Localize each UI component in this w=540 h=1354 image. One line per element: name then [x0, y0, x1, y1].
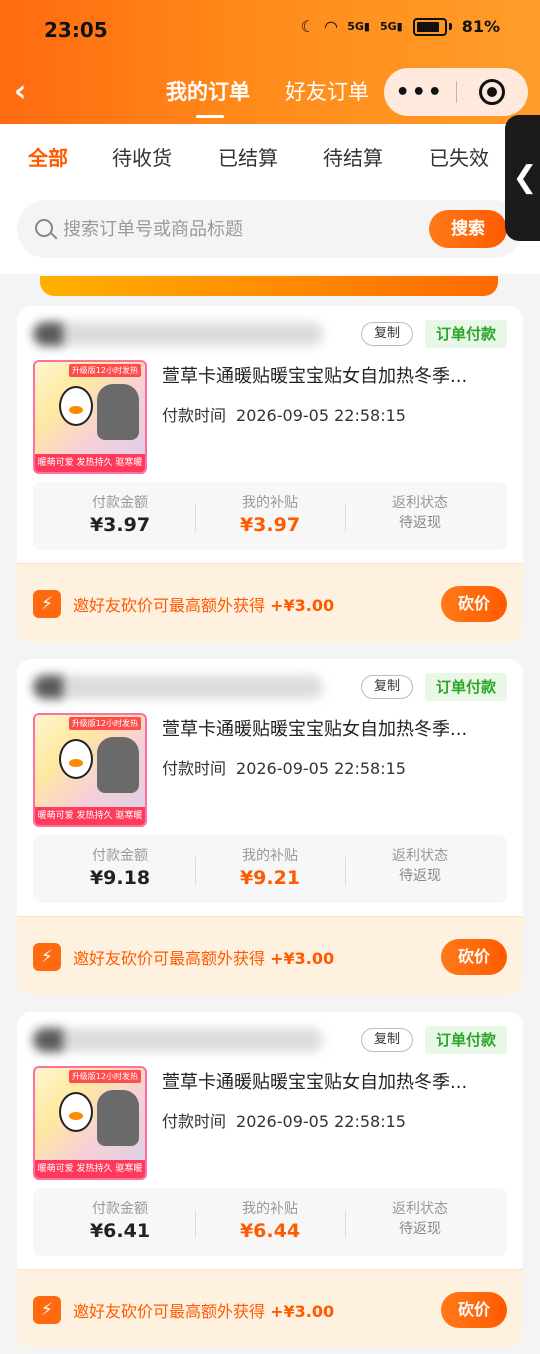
copy-button[interactable]: 复制 [361, 1028, 413, 1052]
shop-name-blurred [33, 675, 323, 699]
banner-peek [40, 276, 498, 296]
bargain-button[interactable]: 砍价 [441, 1292, 507, 1328]
filter-tab-all[interactable]: 全部 [28, 142, 68, 171]
search-input[interactable] [63, 215, 423, 243]
subsidy-amount: ¥6.44 [239, 1220, 301, 1242]
moon-icon: ☾ [300, 17, 315, 36]
product-thumbnail[interactable]: 升级版12小时发热 暖萌可爱 发热持久 驱寒暖身 [33, 1066, 147, 1180]
pay-time: 付款时间 2026-09-05 22:58:15 [162, 406, 406, 425]
battery-percent: 81% [461, 17, 500, 36]
order-stats: 付款金额 ¥3.97 我的补贴 ¥3.97 返利状态 待返现 [33, 482, 507, 550]
filter-panel: 全部 待收货 已结算 待结算 已失效 搜索 [0, 124, 540, 274]
copy-button[interactable]: 复制 [361, 675, 413, 699]
shop-name-blurred [33, 1028, 323, 1052]
clock: 23:05 [44, 18, 108, 42]
pay-amount: ¥9.18 [89, 867, 151, 889]
bargain-promo: ⚡ 邀好友砍价可最高额外获得 +¥3.00 砍价 [17, 916, 523, 995]
tab-friend-orders[interactable]: 好友订单 [285, 76, 369, 106]
lightning-icon: ⚡ [33, 943, 61, 971]
rebate-status: 待返现 [399, 515, 441, 531]
search-button[interactable]: 搜索 [429, 210, 507, 248]
order-status-badge: 订单付款 [425, 1026, 507, 1054]
order-status-badge: 订单付款 [425, 320, 507, 348]
bargain-promo: ⚡ 邀好友砍价可最高额外获得 +¥3.00 砍价 [17, 1269, 523, 1348]
status-icons: ☾ ◠ 5G▮ 5G▮ 81% [301, 17, 500, 36]
order-status-badge: 订单付款 [425, 673, 507, 701]
lightning-icon: ⚡ [33, 590, 61, 618]
back-icon[interactable]: ‹ [14, 74, 26, 109]
rebate-status: 待返现 [399, 1221, 441, 1237]
product-title[interactable]: 萱草卡通暖贴暖宝宝贴女自加热冬季... [162, 1068, 507, 1094]
wifi-icon: ◠ [324, 17, 338, 36]
more-icon[interactable]: ••• [384, 80, 456, 105]
order-card: 复制 订单付款 升级版12小时发热 暖萌可爱 发热持久 驱寒暖身 萱草卡通暖贴暖… [17, 659, 523, 995]
filter-tab-settled[interactable]: 已结算 [218, 142, 278, 171]
bargain-button[interactable]: 砍价 [441, 586, 507, 622]
signal-icon-2: 5G▮ [379, 20, 403, 33]
filter-tab-invalid[interactable]: 已失效 [429, 142, 489, 171]
signal-icon-1: 5G▮ [347, 20, 370, 33]
rebate-status: 待返现 [399, 868, 441, 884]
filter-tab-pending-settle[interactable]: 待结算 [323, 142, 383, 171]
header: 23:05 ☾ ◠ 5G▮ 5G▮ 81% ‹ 我的订单 好友订单 ••• [0, 0, 540, 124]
shop-name-blurred [33, 322, 323, 346]
search-icon [35, 219, 53, 237]
tab-my-orders[interactable]: 我的订单 [166, 76, 250, 118]
lightning-icon: ⚡ [33, 1296, 61, 1324]
battery-icon [412, 17, 447, 36]
order-card: 复制 订单付款 升级版12小时发热 暖萌可爱 发热持久 驱寒暖身 萱草卡通暖贴暖… [17, 306, 523, 642]
side-drawer-handle[interactable]: ❮ [505, 115, 540, 241]
bargain-button[interactable]: 砍价 [441, 939, 507, 975]
order-stats: 付款金额 ¥6.41 我的补贴 ¥6.44 返利状态 待返现 [33, 1188, 507, 1256]
product-title[interactable]: 萱草卡通暖贴暖宝宝贴女自加热冬季... [162, 715, 507, 741]
subsidy-amount: ¥3.97 [239, 514, 301, 536]
order-stats: 付款金额 ¥9.18 我的补贴 ¥9.21 返利状态 待返现 [33, 835, 507, 903]
subsidy-amount: ¥9.21 [239, 867, 301, 889]
nav-bar: ‹ 我的订单 好友订单 ••• [0, 62, 540, 124]
pay-amount: ¥6.41 [89, 1220, 151, 1242]
search-bar: 搜索 [17, 200, 523, 258]
filter-tab-to-receive[interactable]: 待收货 [112, 142, 172, 171]
close-target-button[interactable] [457, 79, 529, 105]
product-title[interactable]: 萱草卡通暖贴暖宝宝贴女自加热冬季... [162, 362, 507, 388]
product-thumbnail[interactable]: 升级版12小时发热 暖萌可爱 发热持久 驱寒暖身 [33, 360, 147, 474]
target-icon [479, 79, 506, 105]
pay-amount: ¥3.97 [89, 514, 151, 536]
copy-button[interactable]: 复制 [361, 322, 413, 346]
pay-time: 付款时间 2026-09-05 22:58:15 [162, 1112, 406, 1131]
product-thumbnail[interactable]: 升级版12小时发热 暖萌可爱 发热持久 驱寒暖身 [33, 713, 147, 827]
bargain-promo: ⚡ 邀好友砍价可最高额外获得 +¥3.00 砍价 [17, 563, 523, 642]
status-bar: 23:05 ☾ ◠ 5G▮ 5G▮ 81% [0, 0, 540, 62]
pay-time: 付款时间 2026-09-05 22:58:15 [162, 759, 406, 778]
mini-program-capsule: ••• [384, 68, 528, 116]
order-card: 复制 订单付款 升级版12小时发热 暖萌可爱 发热持久 驱寒暖身 萱草卡通暖贴暖… [17, 1012, 523, 1348]
